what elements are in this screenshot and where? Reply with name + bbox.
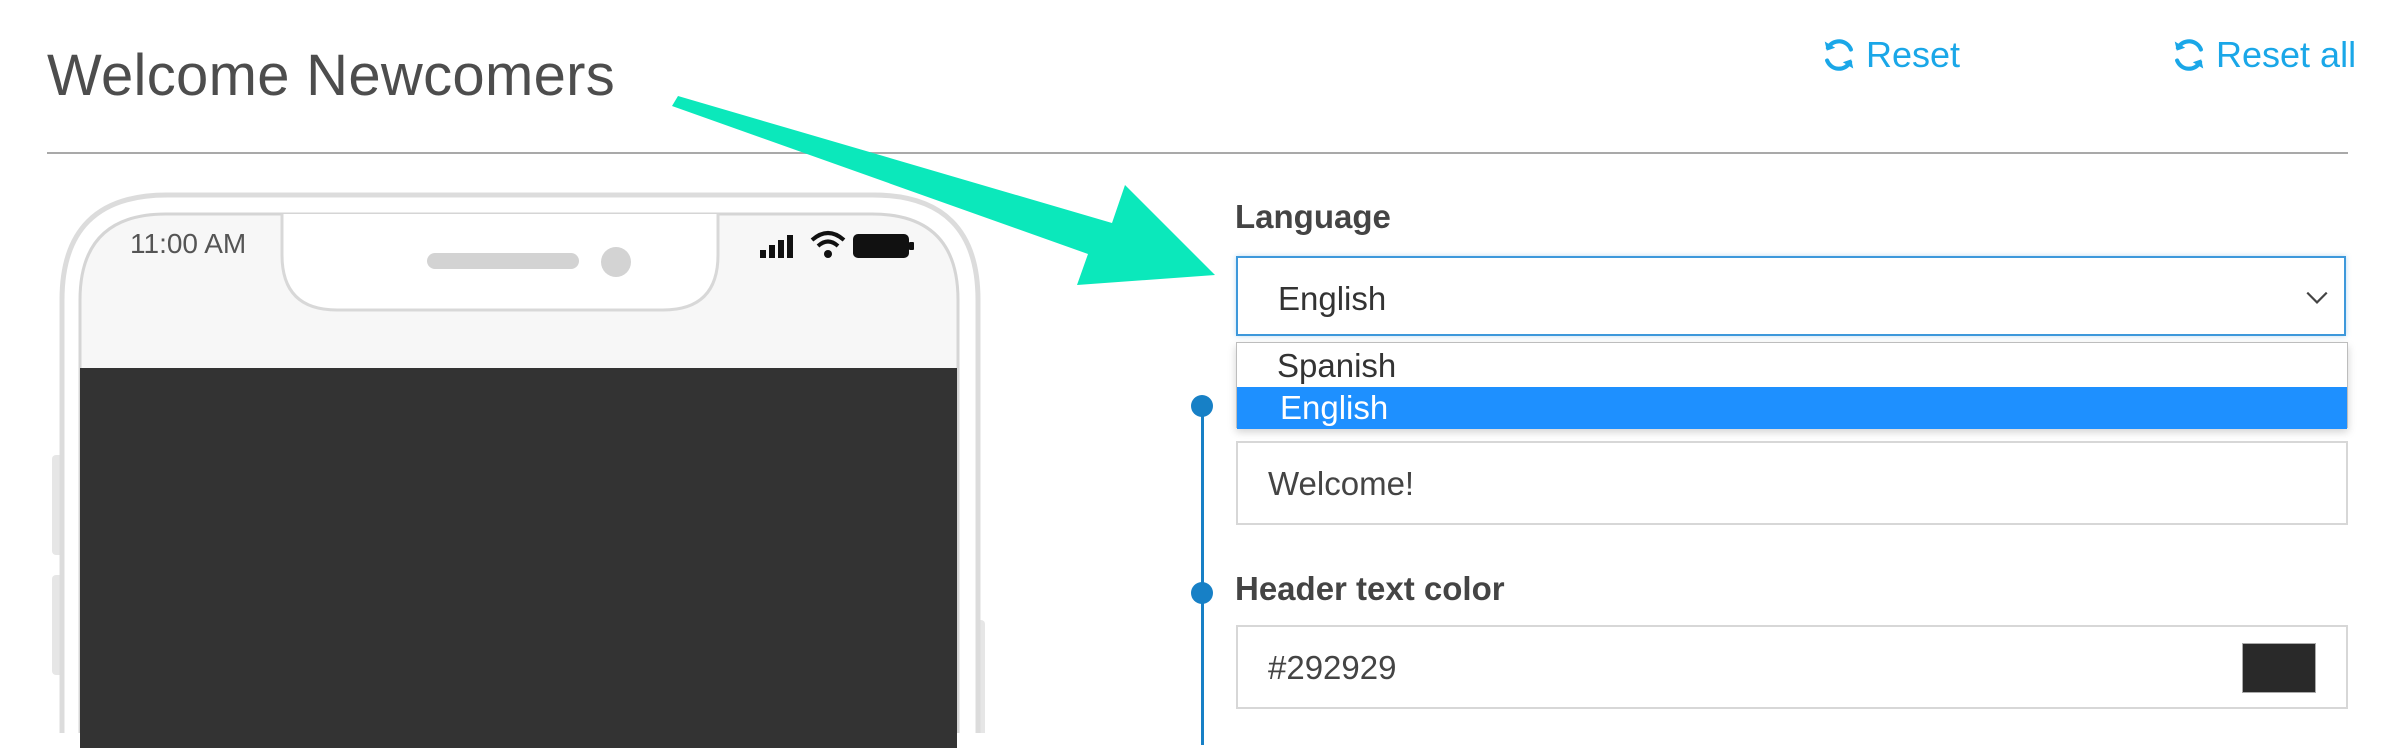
language-select-value: English — [1278, 280, 1387, 317]
battery-icon — [853, 234, 914, 258]
color-swatch[interactable] — [2242, 643, 2316, 693]
refresh-icon — [2174, 39, 2204, 71]
header-color-value: #292929 — [1268, 649, 1397, 686]
reset-all-button[interactable]: Reset all — [2170, 34, 2356, 76]
language-select[interactable]: English — [1236, 256, 2346, 336]
reset-button[interactable]: Reset — [1820, 34, 1960, 76]
header-color-input[interactable]: #292929 — [1236, 625, 2348, 709]
language-option-spanish[interactable]: Spanish — [1237, 345, 2347, 387]
timeline-line — [1201, 405, 1204, 745]
reset-all-label: Reset all — [2216, 34, 2357, 75]
reset-label: Reset — [1866, 34, 1961, 75]
language-label: Language — [1235, 198, 1391, 235]
phone-status-time: 11:00 AM — [130, 228, 247, 259]
signal-icon — [760, 235, 793, 258]
header-color-label: Header text color — [1235, 570, 1505, 607]
language-dropdown-list: Spanish English — [1236, 342, 2348, 429]
language-option-english[interactable]: English — [1237, 387, 2347, 429]
chevron-down-icon — [2306, 291, 2328, 304]
phone-screen — [80, 368, 957, 748]
header-text-input[interactable]: Welcome! — [1236, 441, 2348, 525]
timeline-dot — [1191, 582, 1213, 604]
refresh-icon — [1824, 39, 1854, 71]
wifi-icon — [810, 231, 846, 258]
timeline-dot — [1191, 395, 1213, 417]
header-text-value: Welcome! — [1268, 465, 1415, 502]
